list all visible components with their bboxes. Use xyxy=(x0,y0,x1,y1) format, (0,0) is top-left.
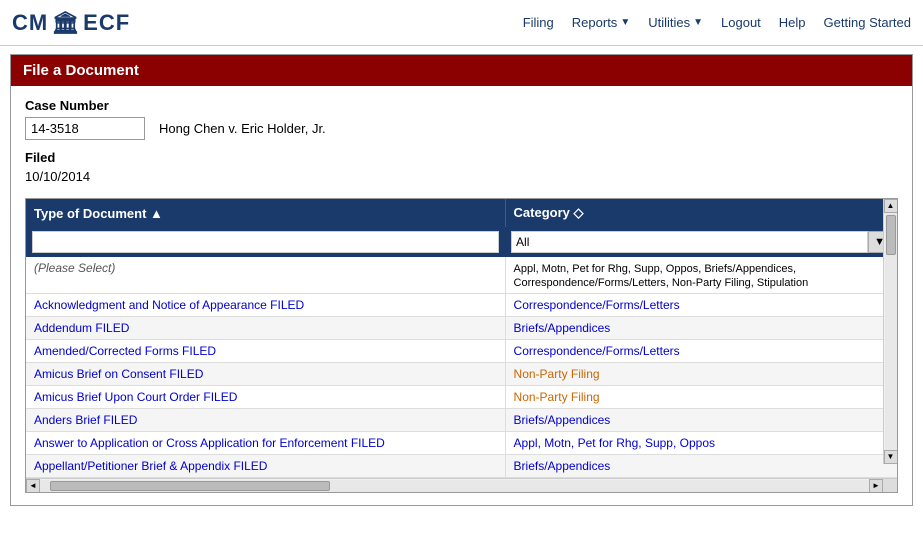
table-header-row: Type of Document ▲ Category ◇ xyxy=(26,199,897,227)
doc-type-filter-input[interactable] xyxy=(32,231,499,253)
doc-type-cell: Amicus Brief on Consent FILED xyxy=(26,363,505,386)
table-row[interactable]: Amicus Brief Upon Court Order FILED Non-… xyxy=(26,386,897,409)
col-category-header[interactable]: Category ◇ xyxy=(505,199,897,227)
nav-help[interactable]: Help xyxy=(779,15,806,30)
bottom-scroll-track xyxy=(40,480,869,492)
table-row[interactable]: Amended/Corrected Forms FILED Correspond… xyxy=(26,340,897,363)
category-cell: Appl, Motn, Pet for Rhg, Supp, Oppos, Br… xyxy=(505,257,897,294)
scroll-corner xyxy=(883,479,897,493)
nav-reports[interactable]: Reports ▼ xyxy=(572,15,630,30)
table-row[interactable]: (Please Select) Appl, Motn, Pet for Rhg,… xyxy=(26,257,897,294)
logo: CM 🏛 ECF xyxy=(12,10,130,36)
nav-logout[interactable]: Logout xyxy=(721,15,761,30)
nav-getting-started[interactable]: Getting Started xyxy=(824,15,911,30)
utilities-dropdown-arrow: ▼ xyxy=(693,17,703,28)
case-number-input[interactable]: 14-3518 xyxy=(25,117,145,140)
category-filter-cell: All ▼ xyxy=(505,227,897,257)
category-cell: Briefs/Appendices xyxy=(505,455,897,478)
filed-label: Filed xyxy=(25,150,898,165)
logo-ecf: ECF xyxy=(83,10,130,36)
category-select-wrapper: All ▼ xyxy=(511,231,891,253)
logo-icon: 🏛 xyxy=(51,10,80,36)
doc-type-cell: Anders Brief FILED xyxy=(26,409,505,432)
doc-type-filter-cell xyxy=(26,227,505,257)
nav: Filing Reports ▼ Utilities ▼ Logout Help… xyxy=(523,15,911,30)
panel-body: Case Number 14-3518 Hong Chen v. Eric Ho… xyxy=(11,86,912,505)
table-row[interactable]: Amicus Brief on Consent FILED Non-Party … xyxy=(26,363,897,386)
category-cell: Non-Party Filing xyxy=(505,386,897,409)
scroll-down-btn[interactable]: ▼ xyxy=(884,450,898,464)
category-cell: Appl, Motn, Pet for Rhg, Supp, Oppos xyxy=(505,432,897,455)
scroll-left-btn[interactable]: ◄ xyxy=(26,479,40,493)
col-doc-type-header[interactable]: Type of Document ▲ xyxy=(26,199,505,227)
doc-type-cell: Addendum FILED xyxy=(26,317,505,340)
reports-dropdown-arrow: ▼ xyxy=(620,17,630,28)
logo-cm: CM xyxy=(12,10,48,36)
panel-header: File a Document xyxy=(11,55,912,86)
table-body: (Please Select) Appl, Motn, Pet for Rhg,… xyxy=(26,257,897,478)
category-cell: Briefs/Appendices xyxy=(505,409,897,432)
table-row[interactable]: Answer to Application or Cross Applicati… xyxy=(26,432,897,455)
document-table-wrapper: Type of Document ▲ Category ◇ xyxy=(25,198,898,493)
doc-type-cell: Appellant/Petitioner Brief & Appendix FI… xyxy=(26,455,505,478)
bottom-scroll-thumb[interactable] xyxy=(50,481,330,491)
category-cell: Correspondence/Forms/Letters xyxy=(505,340,897,363)
table-container: Type of Document ▲ Category ◇ xyxy=(26,199,897,478)
table-row[interactable]: Acknowledgment and Notice of Appearance … xyxy=(26,294,897,317)
case-number-label: Case Number xyxy=(25,98,898,113)
doc-type-cell: (Please Select) xyxy=(26,257,505,294)
category-cell: Briefs/Appendices xyxy=(505,317,897,340)
doc-type-cell: Amicus Brief Upon Court Order FILED xyxy=(26,386,505,409)
main-content: File a Document Case Number 14-3518 Hong… xyxy=(0,54,923,506)
table-row[interactable]: Addendum FILED Briefs/Appendices xyxy=(26,317,897,340)
nav-filing[interactable]: Filing xyxy=(523,15,554,30)
filed-section: Filed 10/10/2014 xyxy=(25,150,898,184)
header: CM 🏛 ECF Filing Reports ▼ Utilities ▼ Lo… xyxy=(0,0,923,46)
doc-type-cell: Answer to Application or Cross Applicati… xyxy=(26,432,505,455)
case-number-row: 14-3518 Hong Chen v. Eric Holder, Jr. xyxy=(25,117,898,140)
doc-type-cell: Acknowledgment and Notice of Appearance … xyxy=(26,294,505,317)
nav-utilities[interactable]: Utilities ▼ xyxy=(648,15,703,30)
horizontal-scrollbar[interactable]: ◄ ► xyxy=(26,478,897,492)
filed-date: 10/10/2014 xyxy=(25,169,898,184)
document-table: Type of Document ▲ Category ◇ xyxy=(26,199,897,478)
scroll-thumb[interactable] xyxy=(886,215,896,255)
panel-title: File a Document xyxy=(23,62,139,79)
category-cell: Correspondence/Forms/Letters xyxy=(505,294,897,317)
doc-type-cell: Amended/Corrected Forms FILED xyxy=(26,340,505,363)
scroll-up-btn[interactable]: ▲ xyxy=(884,199,898,213)
scroll-right-btn[interactable]: ► xyxy=(869,479,883,493)
category-cell: Non-Party Filing xyxy=(505,363,897,386)
filter-row: All ▼ xyxy=(26,227,897,257)
category-select[interactable]: All xyxy=(511,231,868,253)
scroll-thumb-track xyxy=(885,213,897,450)
table-row[interactable]: Anders Brief FILED Briefs/Appendices xyxy=(26,409,897,432)
file-document-panel: File a Document Case Number 14-3518 Hong… xyxy=(10,54,913,506)
vertical-scrollbar[interactable]: ▲ ▼ xyxy=(883,199,897,464)
case-title: Hong Chen v. Eric Holder, Jr. xyxy=(159,121,326,136)
table-row[interactable]: Appellant/Petitioner Brief & Appendix FI… xyxy=(26,455,897,478)
